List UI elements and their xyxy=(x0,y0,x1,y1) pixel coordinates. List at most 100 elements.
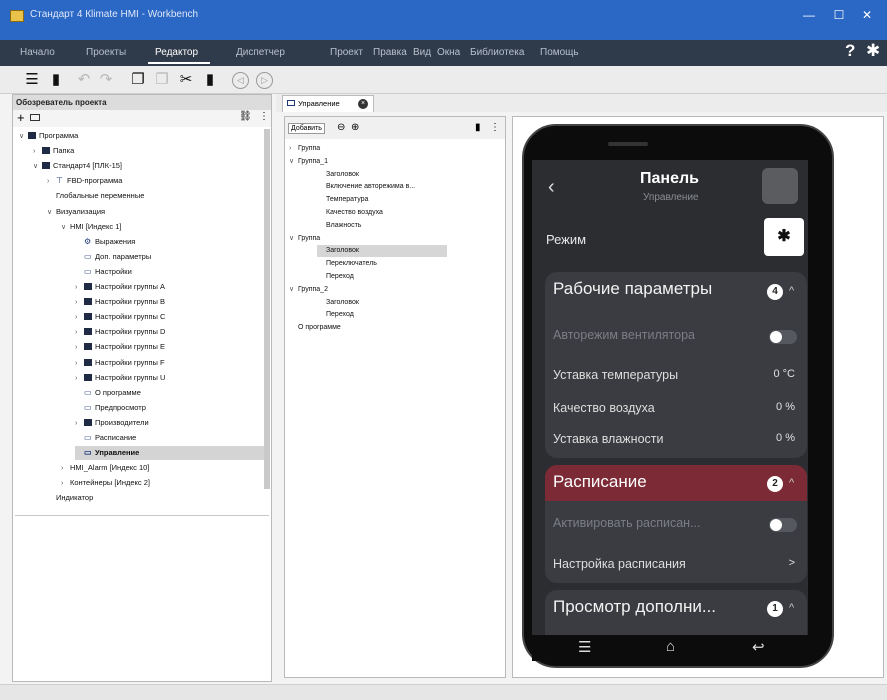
chevron-down-icon[interactable]: ∨ xyxy=(33,160,42,174)
chevron-right-icon[interactable]: › xyxy=(75,281,84,295)
structure-item[interactable]: › Группа xyxy=(289,143,499,155)
menu-item-view[interactable]: Вид xyxy=(413,47,431,58)
more-options-icon[interactable]: ⋮ xyxy=(490,122,500,133)
card-title[interactable]: Просмотр дополни... xyxy=(553,597,716,617)
back-arrow-icon[interactable]: ‹ xyxy=(548,176,555,199)
chevron-right-icon[interactable]: › xyxy=(289,143,298,155)
structure-item[interactable]: Качество воздуха xyxy=(317,207,499,219)
tree-item[interactable]: ▭ Настройки xyxy=(75,265,264,279)
move-down-icon[interactable]: ⊕ xyxy=(351,122,359,133)
chevron-right-icon[interactable]: › xyxy=(75,341,84,355)
tree-item[interactable]: › Настройки группы U xyxy=(75,371,264,385)
home-icon[interactable]: ⌂ xyxy=(666,638,675,655)
maximize-button[interactable]: ☐ xyxy=(830,8,848,22)
link-icon[interactable]: ⛓ xyxy=(239,111,252,122)
structure-item[interactable]: ∨ Группа_1 xyxy=(289,156,499,168)
paste-icon[interactable]: ▮ xyxy=(200,70,220,90)
tree-item[interactable]: › Настройки группы D xyxy=(75,325,264,339)
chevron-right-icon[interactable]: › xyxy=(61,462,70,476)
close-button[interactable]: ✕ xyxy=(858,8,876,22)
chevron-right-icon[interactable]: › xyxy=(47,175,56,189)
chevron-down-icon[interactable]: ∨ xyxy=(289,156,298,168)
explorer-scrollbar[interactable] xyxy=(264,129,270,489)
minimize-button[interactable]: — xyxy=(800,8,818,22)
menu-item-help[interactable]: Помощь xyxy=(540,47,579,58)
tree-item[interactable]: ▭ О программе xyxy=(75,386,264,400)
tree-item[interactable]: ∨ Стандарт4 [ПЛК-15] xyxy=(33,159,264,173)
chevron-right-icon[interactable]: › xyxy=(75,296,84,310)
tree-item[interactable]: › Контейнеры [Индекс 2] xyxy=(61,476,264,490)
chevron-down-icon[interactable]: ∨ xyxy=(61,221,70,235)
add-button[interactable]: Добавить xyxy=(288,123,325,134)
cut-icon[interactable]: ✂ xyxy=(176,70,196,90)
tree-item[interactable]: › ⊤ FBD-программа xyxy=(47,174,264,188)
paste-disabled-icon[interactable]: ❐ xyxy=(152,70,172,90)
list-icon[interactable]: ☰ xyxy=(22,70,42,90)
menu-item-windows[interactable]: Окна xyxy=(437,47,460,58)
move-up-icon[interactable]: ⊖ xyxy=(337,122,345,133)
menu-item-edit[interactable]: Правка xyxy=(373,47,407,58)
structure-item[interactable]: Влажность xyxy=(317,220,499,232)
tab-control[interactable]: Управление × xyxy=(282,95,374,112)
folder-icon[interactable] xyxy=(30,114,40,121)
structure-item[interactable]: Заголовок xyxy=(317,245,447,258)
more-icon[interactable]: ⋮ xyxy=(259,111,269,122)
tree-item[interactable]: Индикатор xyxy=(47,491,264,505)
tree-item[interactable]: ▭ Расписание xyxy=(75,431,264,445)
card-title[interactable]: Рабочие параметры xyxy=(553,279,712,299)
zoom-out-icon[interactable]: ◁ xyxy=(232,72,249,89)
tree-item[interactable]: › Настройки группы F xyxy=(75,356,264,370)
structure-item[interactable]: Переход xyxy=(317,309,499,321)
delete-item-icon[interactable]: ▮ xyxy=(475,122,481,133)
row-temp-setpoint[interactable]: Уставка температуры 0 °C xyxy=(553,368,803,386)
tree-item[interactable]: Глобальные переменные xyxy=(47,189,264,203)
zoom-in-icon[interactable]: ▷ xyxy=(256,72,273,89)
menu-item-projects[interactable]: Проекты xyxy=(86,47,126,58)
menu-item-home[interactable]: Начало xyxy=(20,47,55,58)
structure-item[interactable]: Заголовок xyxy=(317,297,499,309)
chevron-down-icon[interactable]: ∨ xyxy=(19,130,28,144)
redo-icon[interactable]: ↷ xyxy=(96,70,116,90)
schedule-chevron-up-icon[interactable]: ^ xyxy=(789,477,794,489)
chevron-up-icon[interactable]: ^ xyxy=(789,602,794,614)
copy-icon[interactable]: ❐ xyxy=(128,70,148,90)
chevron-right-icon[interactable]: › xyxy=(75,372,84,386)
tree-item[interactable]: ▭ Управление xyxy=(75,446,264,461)
chevron-down-icon[interactable]: ∨ xyxy=(289,233,298,245)
chevron-down-icon[interactable]: ∨ xyxy=(47,206,56,220)
tree-item[interactable]: › Папка xyxy=(33,144,264,158)
chevron-right-icon[interactable]: › xyxy=(75,326,84,340)
help-icon[interactable]: ? xyxy=(845,41,855,61)
row-humidity-setpoint[interactable]: Уставка влажности 0 % xyxy=(553,432,803,450)
schedule-toggle[interactable] xyxy=(769,518,797,532)
menu-item-project[interactable]: Проект xyxy=(330,47,363,58)
close-tab-icon[interactable]: × xyxy=(358,99,368,109)
structure-item[interactable]: ∨ Группа xyxy=(289,233,499,245)
structure-item[interactable]: ∨ Группа_2 xyxy=(289,284,499,296)
structure-item[interactable]: Переход xyxy=(317,271,499,283)
menu-item-editor[interactable]: Редактор xyxy=(155,47,198,58)
add-icon[interactable]: + xyxy=(17,110,25,126)
tree-item[interactable]: ∨ HMI [Индекс 1] xyxy=(61,220,264,234)
tree-item[interactable]: ▭ Доп. параметры xyxy=(75,250,264,264)
fan-auto-toggle[interactable] xyxy=(769,330,797,344)
structure-item[interactable]: Переключатель xyxy=(317,258,499,270)
tree-item[interactable]: ∨ Визуализация xyxy=(47,205,264,219)
chevron-right-icon[interactable]: › xyxy=(61,477,70,491)
tree-item[interactable]: › Настройки группы A xyxy=(75,280,264,294)
tree-item[interactable]: › Настройки группы E xyxy=(75,340,264,354)
tree-item[interactable]: › Производители xyxy=(75,416,264,430)
row-schedule-settings[interactable]: Настройка расписания > xyxy=(553,557,803,575)
tree-item[interactable]: ▭ Предпросмотр xyxy=(75,401,264,415)
back-icon[interactable]: ↩ xyxy=(752,638,765,656)
structure-item[interactable]: О программе xyxy=(289,322,499,334)
tree-item[interactable]: ∨ Программа xyxy=(19,129,264,143)
menu-item-dispatcher[interactable]: Диспетчер xyxy=(236,47,285,58)
gear-icon[interactable]: ✱ xyxy=(866,41,880,61)
menu-item-library[interactable]: Библиотека xyxy=(470,47,524,58)
structure-item[interactable]: Включение авторежима в... xyxy=(317,181,499,193)
undo-icon[interactable]: ↶ xyxy=(74,70,94,90)
delete-icon[interactable]: ▮ xyxy=(46,70,66,90)
structure-item[interactable]: Заголовок xyxy=(317,169,499,181)
chevron-right-icon[interactable]: › xyxy=(75,357,84,371)
